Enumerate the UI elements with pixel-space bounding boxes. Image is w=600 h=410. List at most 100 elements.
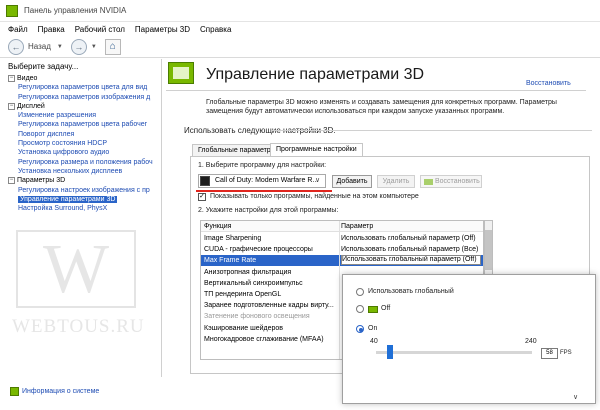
watermark-logo: W — [16, 230, 136, 308]
sidebar-item[interactable]: Поворот дисплея — [8, 130, 162, 139]
column-separator — [339, 221, 340, 359]
feature-cell: Многокадровое сглаживание (MFAA) — [204, 335, 324, 343]
tree-category[interactable]: − Дисплей — [8, 102, 162, 111]
col-value: Параметр — [341, 223, 374, 230]
tree-label: Дисплей — [17, 102, 45, 110]
sidebar-item[interactable]: Регулировка размера и положения рабоч — [8, 158, 162, 167]
radio-use-global-label: Использовать глобальный — [368, 288, 454, 295]
menu-help[interactable]: Справка — [200, 25, 231, 34]
value-cell[interactable]: Использовать глобальный параметр (Off) — [341, 255, 481, 266]
menu-edit[interactable]: Правка — [38, 25, 65, 34]
menu-3d-settings[interactable]: Параметры 3D — [135, 25, 190, 34]
delete-button[interactable]: Удалить — [377, 175, 415, 188]
sidebar-item[interactable]: Изменение разрешения — [8, 111, 162, 120]
tree-label: Изменение разрешения — [18, 112, 97, 120]
feature-cell: CUDA - графические процессоры — [204, 246, 313, 254]
back-label[interactable]: Назад — [28, 42, 51, 51]
expand-box-icon[interactable]: − — [8, 102, 15, 110]
tree-label: Регулировка параметров изображения д — [18, 93, 151, 101]
program-icon — [200, 176, 210, 186]
table-scroll-thumb[interactable] — [485, 230, 492, 270]
feature-cell: Image Sharpening — [204, 235, 262, 242]
tree-label: Установка цифрового аудио — [18, 149, 110, 157]
fps-unit-label: FPS — [560, 350, 572, 356]
sidebar-item[interactable]: Настройка Surround, PhysX — [8, 204, 162, 213]
sidebar-header: Выберите задачу... — [8, 62, 79, 71]
highlight-underline — [196, 190, 332, 192]
fps-value-input[interactable]: 58 — [541, 348, 558, 359]
expand-box-icon[interactable]: − — [8, 75, 15, 82]
sidebar-item[interactable]: Регулировка параметров цвета рабочег — [8, 120, 162, 129]
home-icon[interactable]: ⌂ — [104, 38, 121, 55]
sidebar-item[interactable]: Установка цифрового аудио — [8, 148, 162, 157]
tree-label: Видео — [17, 75, 38, 82]
tab-program-settings[interactable]: Программные настройки — [270, 143, 363, 156]
sidebar-item[interactable]: Установка нескольких дисплеев — [8, 167, 162, 176]
sidebar-item[interactable]: Регулировка параметров цвета для вид — [8, 83, 162, 92]
back-arrow-icon[interactable]: ← — [8, 38, 24, 55]
forward-arrow-icon[interactable]: → — [70, 38, 87, 55]
radio-off-label: Off — [381, 305, 391, 312]
restore-link[interactable]: Восстановить — [526, 80, 571, 87]
table-row[interactable]: Image Sharpening Использовать глобальный … — [201, 233, 483, 244]
expand-box-icon[interactable]: − — [8, 177, 15, 185]
radio-off[interactable] — [356, 305, 364, 313]
program-select[interactable]: Call of Duty: Modern Warfare R... — [198, 174, 326, 188]
sidebar-item[interactable]: Управление параметрами 3D — [8, 195, 162, 204]
watermark-text: WEBTOUS.RU — [12, 316, 145, 337]
system-info-link[interactable]: Информация о системе — [10, 387, 99, 396]
table-row[interactable]: CUDA - графические процессоры Использоват… — [201, 244, 483, 255]
tree-label: Управление параметрами 3D — [18, 195, 118, 203]
tree-label: Поворот дисплея — [18, 130, 75, 138]
col-feature: Функция — [204, 223, 232, 230]
nvidia-small-icon — [368, 306, 378, 313]
radio-on-label: On — [368, 325, 378, 332]
tab-global-settings[interactable]: Глобальные параметры — [192, 144, 282, 156]
nvidia-small-icon — [424, 179, 433, 185]
page-description: Глобальные параметры 3D можно изменять и… — [206, 99, 557, 115]
sidebar-item[interactable]: Просмотр состояния HDCP — [8, 139, 162, 148]
add-button[interactable]: Добавить — [332, 175, 372, 188]
nvidia-icon — [6, 5, 18, 17]
system-info-label[interactable]: Информация о системе — [22, 388, 99, 395]
value-cell[interactable]: Использовать глобальный параметр (Все) — [341, 244, 481, 255]
tree-label: Регулировка параметров цвета рабочег — [18, 121, 148, 129]
show-found-checkbox[interactable]: ✓ — [198, 193, 206, 201]
feature-cell: Max Frame Rate — [204, 257, 257, 265]
3d-settings-icon — [168, 62, 194, 84]
back-dropdown-icon[interactable]: ▼ — [57, 44, 63, 50]
restore-button[interactable]: Восстановить — [420, 175, 482, 188]
toolbar: ← Назад ▼ → ▼ ⌂ — [0, 36, 600, 58]
window-title: Панель управления NVIDIA — [24, 6, 127, 15]
menu-file[interactable]: Файл — [8, 25, 28, 34]
fps-slider-track[interactable] — [376, 351, 532, 354]
sidebar-item[interactable]: Регулировка настроек изображения с пр — [8, 186, 162, 195]
info-icon — [10, 387, 19, 396]
feature-cell: Заранее подготовленные кадры вирту... — [204, 302, 334, 310]
tree-label: Регулировка настроек изображения с пр — [18, 186, 150, 194]
menu-desktop[interactable]: Рабочий стол — [75, 25, 125, 34]
tree-label: Параметры 3D — [17, 177, 66, 185]
forward-dropdown-icon[interactable]: ▼ — [91, 44, 97, 50]
step1-label: 1. Выберите программу для настройки: — [198, 162, 327, 169]
fps-slider-thumb[interactable] — [387, 345, 394, 359]
tree-label: Регулировка параметров цвета для вид — [18, 84, 148, 92]
sidebar-item[interactable]: Регулировка параметров изображения д — [8, 93, 162, 102]
tree-label: Просмотр состояния HDCP — [18, 140, 108, 148]
radio-use-global[interactable] — [356, 288, 364, 296]
slider-min-label: 40 — [370, 338, 378, 345]
tree-label: Регулировка размера и положения рабоч — [18, 158, 153, 166]
value-cell[interactable]: Использовать глобальный параметр (Off) — [341, 233, 481, 244]
feature-cell: ТП рендеринга OpenGL — [204, 291, 282, 298]
feature-cell: Вертикальный синхроимпульс — [204, 279, 303, 287]
tree-label: Настройка Surround, PhysX — [18, 205, 108, 213]
table-row[interactable]: Max Frame Rate Использовать глобальный па… — [201, 255, 483, 267]
header-divider — [166, 90, 586, 91]
restore-button-label: Восстановить — [435, 178, 480, 185]
section-divider — [272, 130, 592, 131]
popup-dropdown-icon[interactable]: ∨ — [573, 393, 578, 401]
tree-category[interactable]: − Видео — [8, 74, 162, 83]
radio-on[interactable] — [356, 325, 364, 333]
dropdown-arrow-icon[interactable]: ∨ — [315, 176, 320, 184]
tree-category[interactable]: − Параметры 3D — [8, 176, 162, 185]
